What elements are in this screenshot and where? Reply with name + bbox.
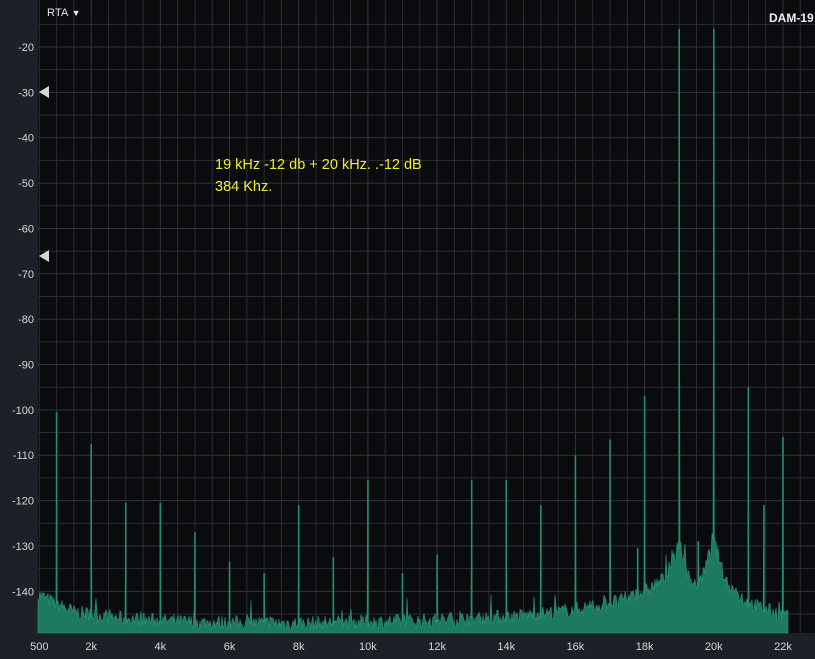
- x-tick-label: 500: [30, 641, 48, 653]
- y-tick-label: -80: [18, 314, 34, 326]
- upper-range-handle[interactable]: [39, 86, 49, 99]
- y-tick-label: -130: [12, 541, 34, 553]
- x-tick-label: 18k: [636, 641, 654, 653]
- y-tick-label: -140: [12, 586, 34, 598]
- x-tick-label: 8k: [293, 641, 305, 653]
- annotation-line-1: 19 kHz -12 db + 20 kHz. .-12 dB: [215, 157, 422, 173]
- y-tick-label: -40: [18, 133, 34, 145]
- y-tick-label: -20: [18, 42, 34, 54]
- y-tick-label: -100: [12, 405, 34, 417]
- y-tick-label: -90: [18, 360, 34, 372]
- y-tick-label: -30: [18, 87, 34, 99]
- y-tick-label: -120: [12, 496, 34, 508]
- device-label: DAM-19: [769, 11, 814, 25]
- rta-chart: -20 -30 -40 -50 -60 -70 -80 -90 -100 -110 -120 -130…: [12, 0, 815, 653]
- x-tick-label: 22k: [774, 641, 792, 653]
- plot-background: [38, 0, 815, 633]
- chevron-down-icon: ▼: [71, 8, 81, 18]
- x-tick-label: 4k: [155, 641, 167, 653]
- x-tick-label: 10k: [359, 641, 377, 653]
- x-tick-label: 12k: [428, 641, 446, 653]
- annotation-line-2: 384 Khz.: [215, 179, 273, 195]
- y-tick-label: -50: [18, 178, 34, 190]
- x-tick-label: 14k: [497, 641, 515, 653]
- y-tick-label: -70: [18, 269, 34, 281]
- rta-mode-label: RTA: [47, 7, 69, 19]
- x-tick-label: 16k: [567, 641, 585, 653]
- y-tick-label: -110: [13, 450, 34, 462]
- x-tick-label: 6k: [224, 641, 236, 653]
- lower-range-handle[interactable]: [39, 249, 49, 262]
- x-tick-label: 20k: [705, 641, 723, 653]
- analyzer-window: -20 -30 -40 -50 -60 -70 -80 -90 -100 -110 -120 -130…: [0, 0, 815, 659]
- y-axis: -20 -30 -40 -50 -60 -70 -80 -90 -100 -110 -120 -130…: [12, 42, 34, 598]
- x-tick-label: 2k: [85, 641, 97, 653]
- x-axis: 500 2k 4k 6k 8k 10k 12k 14k 16k 18k 20k 22k: [30, 641, 792, 653]
- y-tick-label: -60: [18, 223, 34, 235]
- rta-mode-menu[interactable]: RTA ▼: [47, 7, 81, 19]
